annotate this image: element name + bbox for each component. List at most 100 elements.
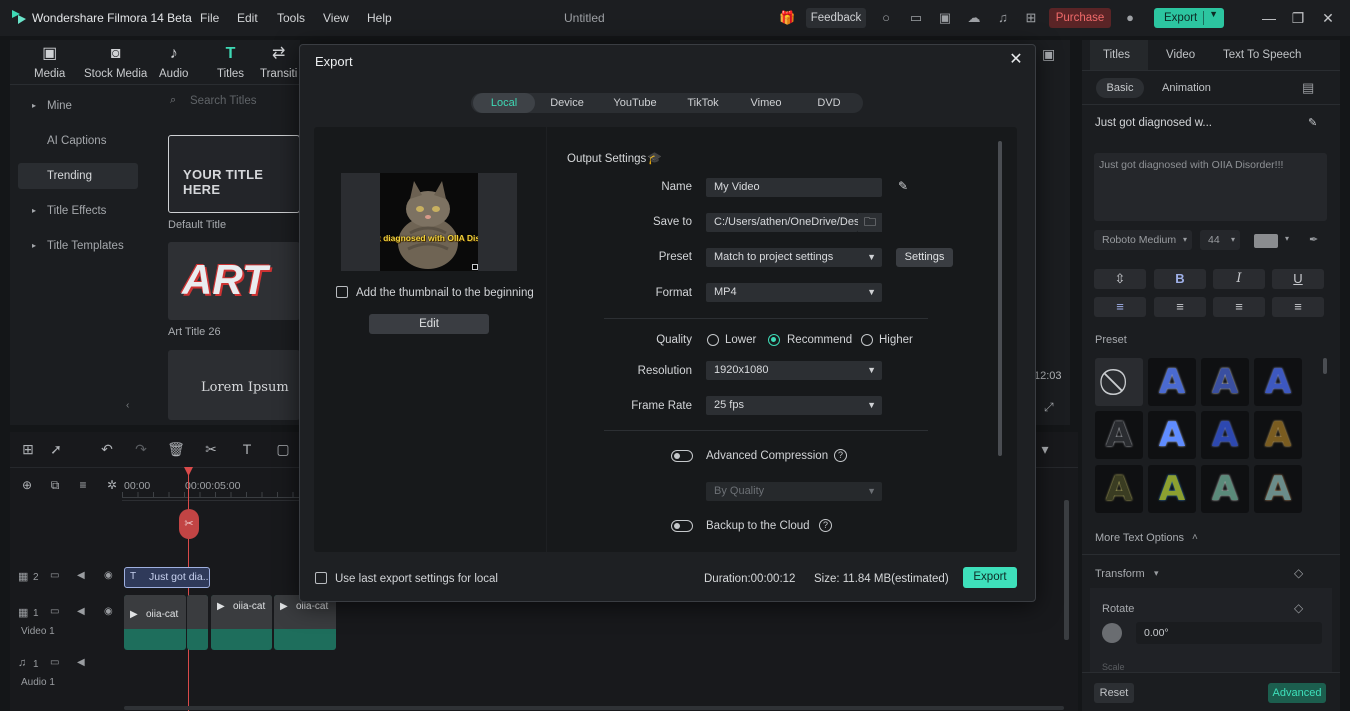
- save-icon[interactable]: ▣: [937, 10, 953, 26]
- fullscreen-icon[interactable]: ⤢: [1044, 400, 1054, 415]
- rotate-dial[interactable]: [1102, 623, 1122, 643]
- eye-icon[interactable]: ◉: [104, 570, 113, 581]
- timeline-ruler[interactable]: [122, 492, 300, 498]
- advanced-button[interactable]: Advanced: [1268, 683, 1326, 703]
- align-justify-button[interactable]: ≡: [1272, 297, 1324, 317]
- color-swatch[interactable]: [1254, 234, 1278, 248]
- gift-icon[interactable]: 🎁: [779, 10, 795, 26]
- preset-tile[interactable]: A: [1095, 465, 1143, 513]
- text-tool-icon[interactable]: T: [238, 440, 256, 458]
- speaker-icon[interactable]: ◀: [77, 657, 85, 668]
- snapshot-icon[interactable]: ▣: [1042, 46, 1055, 63]
- default-title-thumb[interactable]: YOUR TITLE HERE: [168, 135, 300, 213]
- italic-button[interactable]: I: [1213, 269, 1265, 289]
- quality-higher-radio[interactable]: [861, 334, 873, 346]
- redo-icon[interactable]: ↷: [132, 440, 150, 458]
- add-track-icon[interactable]: ⊕: [18, 476, 36, 494]
- circle-icon[interactable]: ○: [878, 10, 894, 26]
- video-clip[interactable]: ▶ oiia-cat: [211, 595, 272, 650]
- preset-tile[interactable]: A: [1148, 411, 1196, 459]
- text-spacing-button[interactable]: ⇳: [1094, 269, 1146, 289]
- subtab-basic[interactable]: Basic: [1096, 78, 1144, 98]
- tab-titles[interactable]: Titles: [1103, 49, 1130, 61]
- tab-transitions[interactable]: ⇄ Transiti: [260, 44, 297, 80]
- snap-icon[interactable]: ✲: [103, 476, 121, 494]
- category-trending[interactable]: Trending: [18, 163, 138, 189]
- monitor-icon[interactable]: ▭: [908, 10, 924, 26]
- edit-thumbnail-button[interactable]: Edit: [369, 314, 489, 334]
- folder-icon[interactable]: ▭: [50, 657, 59, 668]
- save-path-input[interactable]: C:/Users/athen/OneDrive/Desk: [706, 213, 858, 232]
- add-thumbnail-checkbox[interactable]: [336, 286, 348, 298]
- resolution-select[interactable]: 1920x1080 ▼: [706, 361, 882, 380]
- speaker-icon[interactable]: ◀: [77, 606, 85, 617]
- quality-recommend-radio[interactable]: [768, 334, 780, 346]
- use-last-settings-checkbox[interactable]: [315, 572, 327, 584]
- tab-tiktok[interactable]: TikTok: [672, 93, 734, 113]
- crop-icon[interactable]: ▢: [274, 440, 292, 458]
- frame-rate-select[interactable]: 25 fps ▼: [706, 396, 882, 415]
- category-ai-captions[interactable]: AI Captions: [18, 128, 138, 154]
- folder-icon[interactable]: ▭: [50, 570, 59, 581]
- maximize-icon[interactable]: ❐: [1289, 9, 1307, 27]
- title-clip[interactable]: T Just got dia...: [124, 567, 210, 588]
- menu-help[interactable]: Help: [367, 11, 392, 25]
- underline-button[interactable]: U: [1272, 269, 1324, 289]
- timeline-scrollbar[interactable]: [1064, 500, 1069, 640]
- collapse-icon[interactable]: ‹: [126, 400, 129, 411]
- preset-select[interactable]: Match to project settings ▼: [706, 248, 882, 267]
- preset-tile[interactable]: A: [1201, 411, 1249, 459]
- category-title-templates[interactable]: ▸ Title Templates: [18, 233, 138, 259]
- font-select[interactable]: Roboto Medium ▾: [1094, 230, 1192, 250]
- tab-titles[interactable]: T Titles: [217, 44, 244, 80]
- cloud-icon[interactable]: ☁: [966, 10, 982, 26]
- preset-tile[interactable]: A: [1148, 465, 1196, 513]
- more-text-options[interactable]: More Text Options: [1095, 532, 1184, 544]
- grid-icon[interactable]: ⊞: [1023, 10, 1039, 26]
- category-mine[interactable]: ▸ Mine: [18, 93, 138, 119]
- quality-lower-radio[interactable]: [707, 334, 719, 346]
- tab-audio[interactable]: ♪ Audio: [159, 44, 188, 80]
- minimize-icon[interactable]: —: [1260, 9, 1278, 27]
- eye-icon[interactable]: ◉: [104, 606, 113, 617]
- headset-icon[interactable]: ♫: [995, 10, 1011, 26]
- settings-button[interactable]: Settings: [896, 248, 953, 267]
- preset-tile[interactable]: A: [1254, 411, 1302, 459]
- select-tool-icon[interactable]: ➚: [47, 440, 65, 458]
- feedback-button[interactable]: Feedback: [806, 8, 866, 28]
- chevron-down-icon[interactable]: ▾: [1154, 568, 1159, 579]
- link-icon[interactable]: ⧉: [46, 476, 64, 494]
- eyedropper-icon[interactable]: ✒: [1309, 233, 1318, 246]
- chevron-down-icon[interactable]: ▼: [1209, 9, 1218, 19]
- undo-icon[interactable]: ↶: [98, 440, 116, 458]
- art-title-thumb[interactable]: ART: [168, 242, 300, 320]
- search-input[interactable]: Search Titles: [190, 95, 256, 107]
- transform-label[interactable]: Transform: [1095, 568, 1145, 580]
- close-window-icon[interactable]: ✕: [1319, 9, 1337, 27]
- align-right-button[interactable]: ≡: [1213, 297, 1265, 317]
- preset-tile[interactable]: A: [1254, 465, 1302, 513]
- tab-text-to-speech[interactable]: Text To Speech: [1223, 49, 1301, 61]
- settings-scrollbar[interactable]: [998, 141, 1002, 456]
- folder-icon[interactable]: 🗀: [858, 213, 882, 232]
- graduation-cap-icon[interactable]: 🎓: [647, 151, 662, 165]
- menu-tools[interactable]: Tools: [277, 11, 305, 25]
- preset-tile[interactable]: A: [1148, 358, 1196, 406]
- preset-tile[interactable]: A: [1201, 465, 1249, 513]
- tab-video[interactable]: Video: [1166, 49, 1195, 61]
- video-clip[interactable]: ▶ oiia-cat: [274, 595, 336, 650]
- video-clip[interactable]: ▶ oiia-cat: [124, 595, 186, 650]
- save-preset-icon[interactable]: ▤: [1302, 80, 1314, 96]
- speaker-icon[interactable]: ◀: [77, 570, 85, 581]
- category-title-effects[interactable]: ▸ Title Effects: [18, 198, 138, 224]
- align-left-button[interactable]: ≡: [1094, 297, 1146, 317]
- tab-vimeo[interactable]: Vimeo: [736, 93, 796, 113]
- align-center-button[interactable]: ≡: [1154, 297, 1206, 317]
- video-clip[interactable]: [187, 595, 208, 650]
- avatar[interactable]: ●: [1122, 10, 1138, 26]
- tab-dvd[interactable]: DVD: [799, 93, 859, 113]
- export-confirm-button[interactable]: Export: [963, 567, 1017, 588]
- tab-stock-media[interactable]: ◙ Stock Media: [84, 44, 147, 80]
- split-icon[interactable]: ✂: [202, 440, 220, 458]
- chevron-down-icon[interactable]: ▾: [1285, 234, 1289, 243]
